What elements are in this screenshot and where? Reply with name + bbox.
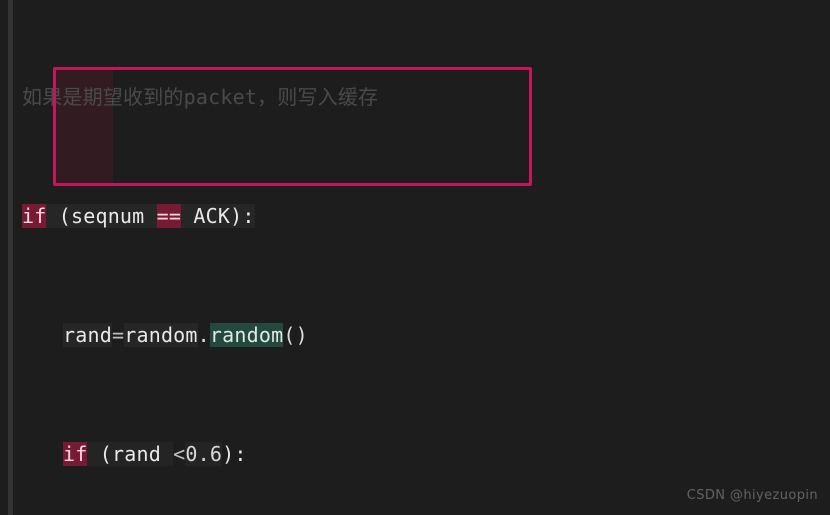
operator-lt: < — [173, 441, 186, 466]
code-area[interactable]: 如果是期望收到的packet，则写入缓存 if (seqnum == ACK):… — [0, 0, 830, 515]
code-screenshot: 如果是期望收到的packet，则写入缓存 if (seqnum == ACK):… — [0, 0, 830, 515]
module-random: random — [124, 323, 198, 348]
code-line-2: if (seqnum == ACK): — [0, 202, 830, 232]
line2-open: (seqnum — [46, 204, 157, 229]
number-threshold: 0.6 — [185, 441, 223, 466]
line2-close: ACK): — [181, 204, 255, 229]
operator-assign: = — [111, 323, 125, 348]
code-line-3: rand=random.random() — [0, 321, 830, 351]
line3-parens: () — [283, 323, 308, 348]
watermark: CSDN @hiyezuopin — [686, 488, 818, 503]
line4-open: (rand — [87, 441, 174, 466]
dot-punct: . — [197, 323, 210, 348]
comment-text: 如果是期望收到的packet，则写入缓存 — [22, 85, 379, 110]
call-random: random — [209, 323, 284, 348]
keyword-if-inner: if — [63, 441, 88, 466]
var-rand: rand — [63, 323, 112, 348]
line4-close: ): — [222, 441, 247, 466]
keyword-if: if — [22, 204, 47, 229]
code-line-4: if (rand <0.6): — [0, 440, 830, 470]
code-line-1: 如果是期望收到的packet，则写入缓存 — [0, 83, 830, 110]
operator-eq: == — [156, 204, 182, 229]
